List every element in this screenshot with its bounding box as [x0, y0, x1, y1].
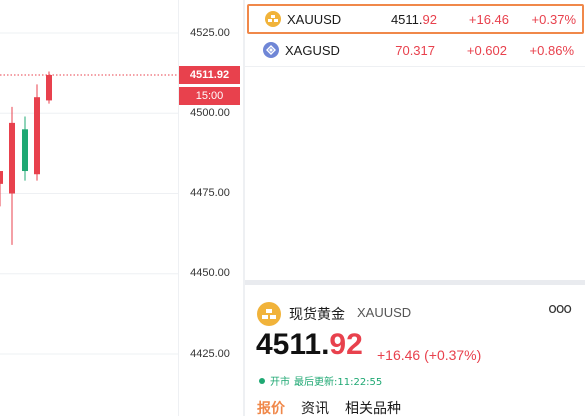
big-price: 4511.92 — [256, 328, 363, 361]
price-change: +0.602 — [466, 42, 507, 58]
candle-body — [34, 97, 40, 175]
watchlist-row-xagusd[interactable]: XAGUSD 70.317 +0.602 +0.86% — [247, 35, 584, 65]
market-status: 开市 最后更新:11:22:55 — [259, 373, 382, 388]
y-tick-label: 4475.00 — [190, 187, 230, 199]
candle-body — [22, 129, 28, 172]
y-tick-label: 4425.00 — [190, 348, 230, 360]
gold-bar-icon — [265, 11, 281, 27]
gold-bar-icon — [257, 302, 281, 326]
instrument-name: 现货黄金 — [289, 307, 345, 323]
percent-change: +0.86% — [529, 42, 574, 58]
price-chart[interactable]: 4525.00 4500.00 4475.00 4450.00 4425.00 … — [0, 0, 244, 416]
detail-tabs: 报价 资讯 相关品种 — [257, 398, 417, 416]
percent-change: +0.37% — [531, 11, 576, 27]
current-price-tag: 4511.92 — [179, 66, 240, 84]
y-tick-label: 4450.00 — [190, 267, 230, 279]
candle-body — [46, 74, 52, 101]
watchlist-row-xauusd[interactable]: XAUUSD 4511.92 +16.46 +0.37% — [247, 4, 584, 34]
tab-quote[interactable]: 报价 — [257, 398, 285, 416]
tab-related[interactable]: 相关品种 — [345, 398, 401, 416]
price-change: +16.46 — [468, 11, 509, 27]
tab-news[interactable]: 资讯 — [301, 398, 329, 416]
last-price: 70.317 — [395, 42, 435, 58]
instrument-detail: 现货黄金 XAUUSD ooo 4511.92 +16.46 (+0.37%) … — [245, 285, 585, 416]
y-tick-label: 4500.00 — [190, 107, 230, 119]
status-dot-icon — [259, 377, 265, 384]
silver-bar-icon — [263, 42, 279, 58]
status-label: 开市 — [270, 377, 290, 388]
y-tick-label: 4525.00 — [190, 27, 230, 39]
last-update-time: 最后更新:11:22:55 — [294, 377, 383, 388]
candle-body — [0, 171, 3, 184]
symbol: XAUUSD — [287, 11, 342, 27]
watchlist: XAUUSD 4511.92 +16.46 +0.37% XAGUSD 70.3… — [245, 0, 585, 280]
price-change-summary: +16.46 (+0.37%) — [377, 347, 482, 363]
symbol: XAGUSD — [285, 42, 340, 58]
candle-body — [9, 122, 15, 194]
row-divider — [245, 66, 585, 67]
countdown-time-tag: 15:00 — [179, 87, 240, 105]
instrument-code: XAUUSD — [357, 305, 412, 320]
more-options-button[interactable]: ooo — [548, 301, 572, 317]
last-price: 4511.92 — [390, 11, 437, 27]
